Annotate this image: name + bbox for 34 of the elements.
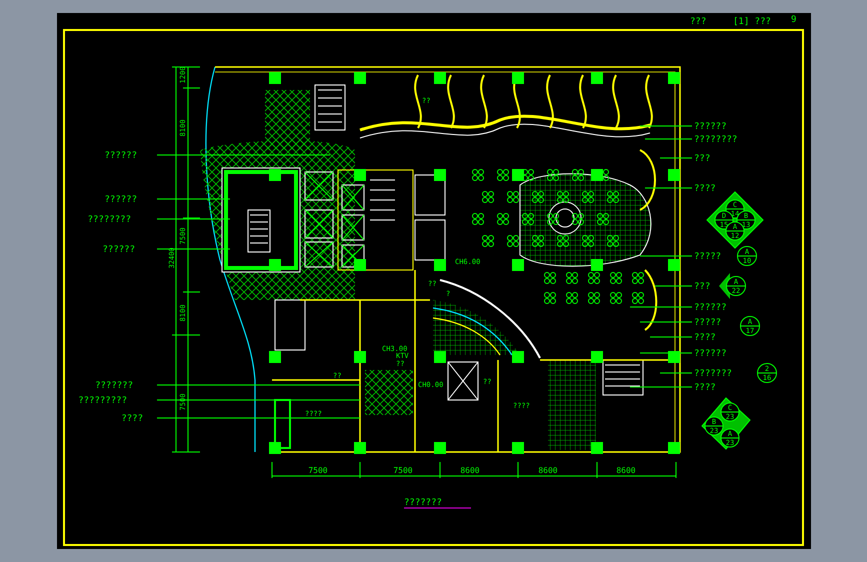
- leader-line: [644, 138, 692, 140]
- callout-label: ??????: [694, 303, 727, 313]
- title-block-text: [1] ???: [733, 17, 771, 27]
- leader-line: [630, 306, 692, 308]
- title-block-text: ???: [690, 17, 706, 27]
- callout-label: ???????: [95, 381, 133, 391]
- callout-label: ?????: [694, 318, 722, 328]
- dimension-text: 8600: [538, 466, 558, 475]
- title-block-text: 9: [791, 15, 796, 25]
- leader-line: [640, 352, 692, 354]
- leader-line: [630, 386, 692, 388]
- callout-label: ??????: [104, 151, 137, 161]
- dimension-text: 8600: [616, 466, 636, 475]
- callout-label: ????: [694, 383, 716, 393]
- callout-label: ??????: [694, 122, 727, 132]
- callout-label: ???: [694, 282, 710, 292]
- callout-label: ?????????: [78, 396, 127, 406]
- dimension-text: 7500: [308, 466, 328, 475]
- callout-label: ??????: [104, 195, 137, 205]
- leader-line: [650, 336, 692, 338]
- leader-line: [660, 372, 692, 374]
- callout-label: ????????: [694, 135, 738, 145]
- callout-label: ????: [694, 333, 716, 343]
- callout-label: ???????: [694, 369, 732, 379]
- callout-label: ?????: [694, 252, 722, 262]
- dimension-text: 8600: [460, 466, 480, 475]
- callout-label: ???: [694, 154, 710, 164]
- dimension-text: 7500: [393, 466, 413, 475]
- callout-label: ??????: [694, 349, 727, 359]
- callout-label: ??????: [102, 245, 135, 255]
- drawing-title: ???????: [404, 498, 442, 508]
- callout-label: ????????: [88, 215, 131, 225]
- callout-label: ????: [694, 184, 716, 194]
- callout-label: ????: [121, 414, 143, 424]
